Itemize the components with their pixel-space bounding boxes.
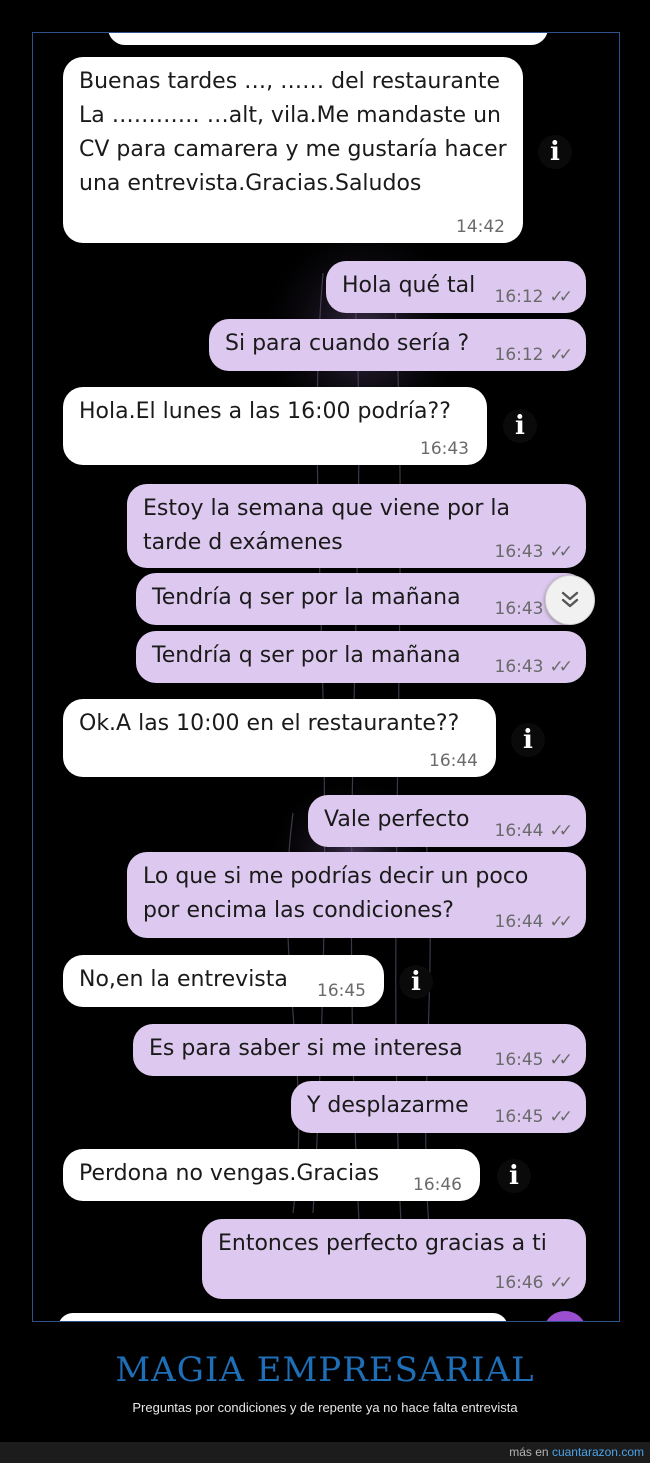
message-text: Hola.El lunes a las 16:00 podría?? xyxy=(79,399,451,424)
message-text: No,en la entrevista xyxy=(79,967,288,992)
message-text: Vale perfecto xyxy=(324,807,470,832)
double-check-icon: ✓✓ xyxy=(549,345,573,365)
info-icon[interactable]: i xyxy=(503,409,537,443)
message-time: 16:43 xyxy=(494,599,544,619)
caption-title: MAGIA EMPRESARIAL xyxy=(115,1350,535,1390)
chevron-down-icon xyxy=(561,591,579,608)
message-time: 16:45 xyxy=(494,1050,544,1070)
incoming-message[interactable]: Perdona no vengas.Gracias 16:46 xyxy=(63,1149,480,1201)
message-time: 16:46 xyxy=(413,1175,462,1195)
caption: MAGIA EMPRESARIAL Preguntas por condicio… xyxy=(0,1350,650,1415)
message-text: Lo que si me podrías decir un poco por e… xyxy=(143,864,529,923)
message-time: 16:43 xyxy=(494,657,544,677)
outgoing-message[interactable]: Hola qué tal 16:12 ✓✓ xyxy=(326,261,586,313)
info-icon[interactable]: i xyxy=(511,723,545,757)
double-check-icon: ✓✓ xyxy=(549,1107,573,1127)
double-check-icon: ✓✓ xyxy=(549,821,573,841)
outgoing-message[interactable]: Tendría q ser por la mañana 16:43✓✓ xyxy=(136,631,586,683)
message-text: Buenas tardes …, …… del restaurante La …… xyxy=(79,69,507,196)
scroll-to-bottom-button[interactable] xyxy=(545,575,595,625)
incoming-message[interactable]: Hola.El lunes a las 16:00 podría?? 16:43 xyxy=(63,387,487,465)
message-time: 16:44 xyxy=(494,912,544,932)
outgoing-message[interactable]: Vale perfecto 16:44 ✓✓ xyxy=(308,795,586,847)
double-check-icon: ✓✓ xyxy=(549,287,573,307)
message-time: 16:12 xyxy=(494,287,544,307)
outgoing-message[interactable]: Y desplazarme 16:45 ✓✓ xyxy=(291,1081,586,1133)
incoming-message[interactable]: Buenas tardes …, …… del restaurante La …… xyxy=(63,57,523,243)
message-text: Estoy la semana que viene por la tarde d… xyxy=(143,496,511,555)
message-text: Y desplazarme xyxy=(307,1093,469,1118)
info-icon[interactable]: i xyxy=(497,1159,531,1193)
message-text: Tendría q ser por la mañana xyxy=(152,643,461,668)
message-time: 16:46 xyxy=(494,1273,544,1293)
outgoing-message[interactable]: Es para saber si me interesa 16:45 ✓✓ xyxy=(133,1024,586,1076)
info-icon[interactable]: i xyxy=(538,135,572,169)
incoming-message[interactable]: No,en la entrevista 16:45 xyxy=(63,955,384,1007)
double-check-icon: ✓✓ xyxy=(549,1050,573,1070)
footer-bar: más en cuantarazon.com xyxy=(0,1442,650,1463)
message-time: 16:45 xyxy=(317,981,366,1001)
message-text: Es para saber si me interesa xyxy=(149,1036,463,1061)
incoming-message[interactable]: Ok.A las 10:00 en el restaurante?? 16:44 xyxy=(63,699,496,777)
message-text: Entonces perfecto gracias a ti xyxy=(218,1231,547,1256)
outgoing-message[interactable]: Si para cuando sería ? 16:12 ✓✓ xyxy=(209,319,586,371)
outgoing-message[interactable]: Estoy la semana que viene por la tarde d… xyxy=(127,484,586,568)
message-time: 14:42 xyxy=(456,217,505,237)
more-prefix: más en xyxy=(509,1445,549,1459)
message-time: 16:44 xyxy=(494,821,544,841)
more-link-container: más en cuantarazon.com xyxy=(509,1445,644,1459)
message-text: Perdona no vengas.Gracias xyxy=(79,1161,380,1186)
outgoing-message[interactable]: Lo que si me podrías decir un poco por e… xyxy=(127,852,586,938)
partial-message-bottom xyxy=(58,1313,508,1321)
outgoing-message[interactable]: Tendría q ser por la mañana 16:43✓✓ xyxy=(136,573,586,625)
double-check-icon: ✓✓ xyxy=(549,912,573,932)
message-time: 16:45 xyxy=(494,1107,544,1127)
info-icon[interactable]: i xyxy=(399,965,433,999)
site-link[interactable]: cuantarazon.com xyxy=(552,1445,644,1459)
message-text: Si para cuando sería ? xyxy=(225,331,470,356)
message-time: 16:44 xyxy=(429,751,478,771)
caption-subtitle: Preguntas por condiciones y de repente y… xyxy=(132,1400,518,1415)
outgoing-message[interactable]: Entonces perfecto gracias a ti 16:46 ✓✓ xyxy=(202,1219,586,1299)
screenshot-frame: Buenas tardes …, …… del restaurante La …… xyxy=(32,32,620,1322)
message-time: 16:12 xyxy=(494,345,544,365)
message-text: Hola qué tal xyxy=(342,273,476,298)
double-check-icon: ✓✓ xyxy=(549,1273,573,1293)
message-text: Tendría q ser por la mañana xyxy=(152,585,461,610)
partial-message-top xyxy=(108,33,548,45)
double-check-icon: ✓✓ xyxy=(549,657,573,677)
partial-avatar xyxy=(543,1311,587,1321)
message-text: Ok.A las 10:00 en el restaurante?? xyxy=(79,711,460,736)
message-time: 16:43 xyxy=(494,542,544,562)
double-check-icon: ✓✓ xyxy=(549,542,573,562)
message-time: 16:43 xyxy=(420,439,469,459)
